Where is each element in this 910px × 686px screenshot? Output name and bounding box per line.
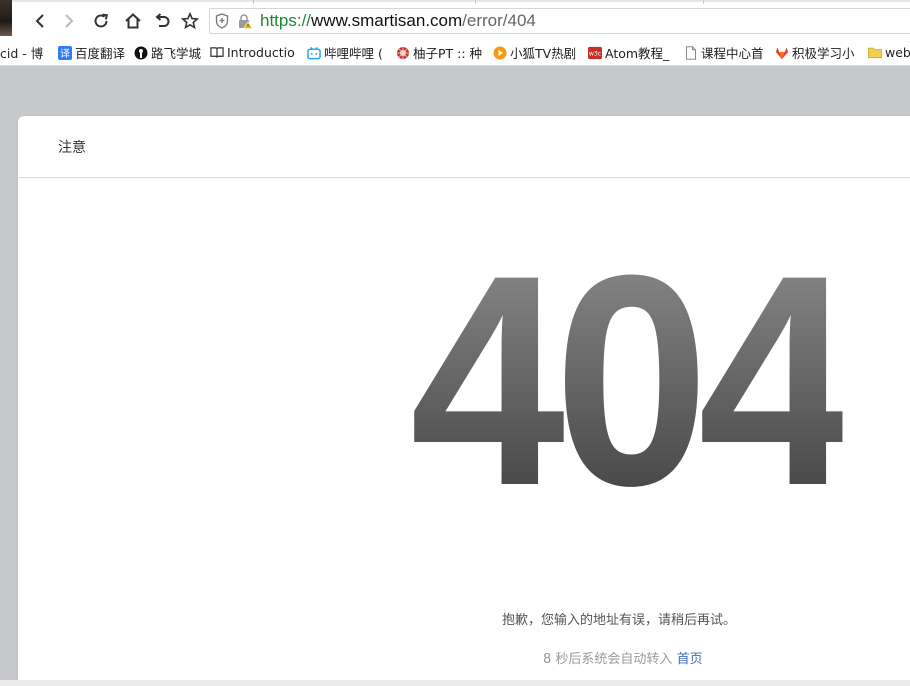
bookmark-item[interactable]: 课程中心首 — [684, 43, 764, 62]
home-button[interactable] — [122, 10, 144, 32]
bookmark-item[interactable]: 译 百度翻译 — [58, 43, 125, 62]
home-link[interactable]: 首页 — [677, 652, 703, 667]
w3c-icon: w3c — [588, 46, 602, 60]
url-host: www.smartisan.com — [311, 11, 463, 30]
page-icon — [684, 45, 698, 60]
tab-divider — [703, 0, 704, 4]
pt-icon — [396, 46, 410, 60]
undo-icon — [155, 13, 170, 27]
error-message: 抱歉，您输入的地址有误，请稍后再试。 — [502, 613, 737, 628]
error-card: 注意 404 抱歉，您输入的地址有误，请稍后再试。 8 秒后系统会自动转入 首页 — [18, 116, 910, 686]
back-button[interactable] — [29, 10, 51, 32]
svg-text:w3c: w3c — [589, 50, 601, 57]
undo-close-tab-button[interactable] — [151, 10, 173, 32]
book-icon — [210, 46, 224, 60]
shield-icon — [215, 13, 229, 29]
redirect-notice: 8 秒后系统会自动转入 首页 — [543, 648, 703, 667]
play-icon — [493, 46, 507, 60]
card-header: 注意 — [18, 116, 910, 178]
bookmark-item[interactable]: w3c Atom教程_ — [588, 43, 669, 62]
page-title: 注意 — [58, 140, 86, 156]
bookmark-label: Atom教程_ — [605, 46, 670, 61]
tab-strip-edge — [0, 0, 910, 2]
luffy-icon — [134, 46, 148, 60]
window-bottom-edge — [0, 680, 910, 686]
bookmark-item[interactable]: 积极学习小 — [775, 43, 855, 62]
url-scheme: https:// — [260, 11, 312, 30]
baidu-translate-icon: 译 — [58, 45, 72, 60]
bookmark-item[interactable]: web — [868, 43, 910, 62]
lock-warning-icon — [239, 14, 253, 29]
gitlab-icon — [775, 46, 789, 60]
redirect-text: 秒后系统会自动转入 — [555, 652, 673, 667]
bookmark-item[interactable]: Introductio — [210, 43, 295, 62]
bookmark-label: 小狐TV热剧 — [510, 46, 577, 61]
tab-divider — [475, 0, 476, 4]
bookmark-label: web — [885, 45, 910, 60]
bookmark-item[interactable]: 柚子PT :: 种 — [396, 43, 482, 62]
bookmark-label: 积极学习小 — [792, 46, 855, 61]
redirect-countdown: 8 — [543, 652, 552, 667]
home-icon — [125, 13, 141, 29]
star-icon — [181, 12, 199, 30]
bookmark-star-button[interactable] — [179, 10, 201, 32]
bookmark-label: 百度翻译 — [75, 46, 126, 61]
bookmark-label: 课程中心首 — [701, 46, 764, 61]
url-text[interactable]: https://www.smartisan.com/error/404 — [260, 11, 536, 31]
bookmarks-bar: cid - 博 译 百度翻译 路飞学城 Introductio 哔哩哔哩 ( 柚… — [0, 40, 910, 66]
svg-text:译: 译 — [60, 48, 70, 60]
error-code: 404 — [410, 212, 853, 548]
forward-button[interactable] — [58, 10, 80, 32]
bookmark-item[interactable]: 路飞学城 — [134, 43, 201, 62]
browser-toolbar: https://www.smartisan.com/error/404 — [0, 0, 910, 40]
bookmark-label: Introductio — [227, 45, 295, 60]
bookmark-item[interactable]: cid - 博 — [0, 43, 43, 62]
tab-divider — [253, 0, 254, 4]
profile-avatar[interactable] — [0, 0, 12, 36]
back-arrow-icon — [35, 14, 44, 28]
address-bar[interactable]: https://www.smartisan.com/error/404 — [209, 8, 910, 34]
reload-button[interactable] — [90, 10, 112, 32]
url-path: /error/404 — [462, 11, 536, 30]
bookmark-label: 路飞学城 — [151, 46, 202, 61]
bookmark-label: 柚子PT :: 种 — [413, 46, 483, 61]
forward-arrow-icon — [65, 14, 74, 28]
bookmark-item[interactable]: 哔哩哔哩 ( — [307, 43, 383, 62]
reload-icon — [94, 13, 108, 28]
folder-icon — [868, 46, 882, 60]
bookmark-label: cid - 博 — [0, 46, 44, 61]
bookmark-label: 哔哩哔哩 ( — [324, 46, 383, 61]
bookmark-item[interactable]: 小狐TV热剧 — [493, 43, 576, 62]
bilibili-icon — [307, 46, 321, 60]
